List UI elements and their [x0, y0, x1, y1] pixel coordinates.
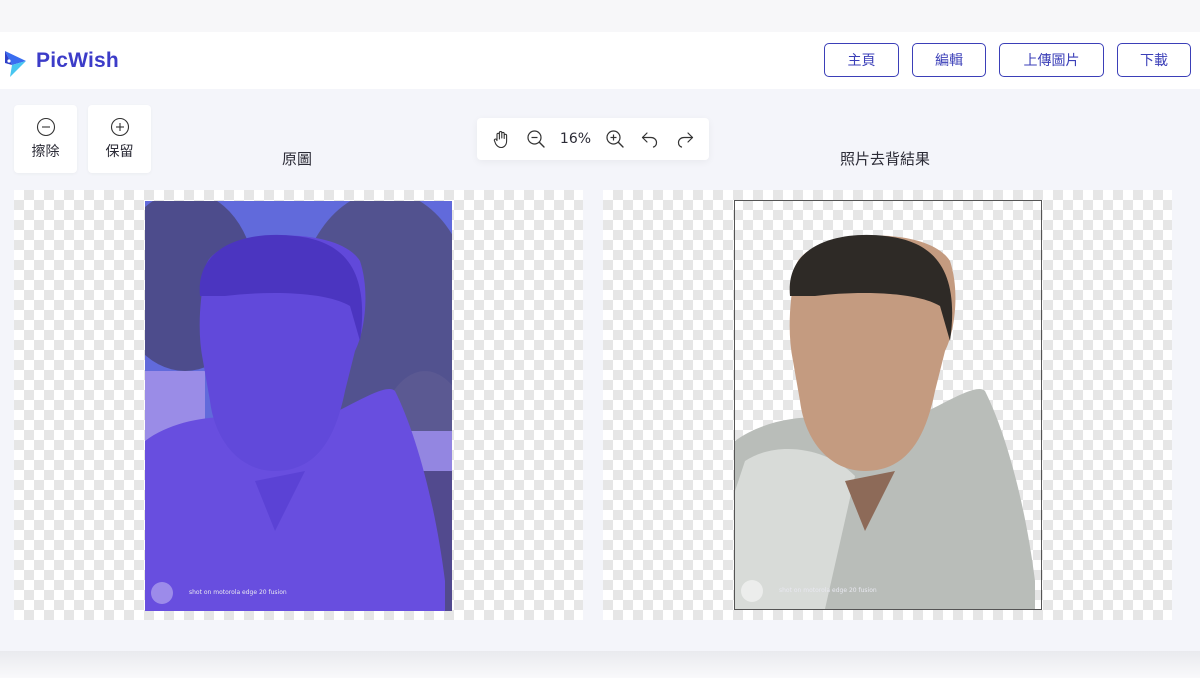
original-canvas[interactable]: shot on motorola edge 20 fusion: [14, 190, 583, 620]
editor-workspace: 擦除 保留 16% 原圖 照片去背結果 shot on motorola edg…: [0, 89, 1200, 651]
redo-icon[interactable]: [674, 128, 696, 150]
keep-tool-button[interactable]: 保留: [88, 105, 151, 173]
keep-label: 保留: [105, 144, 134, 160]
zoom-toolbar: 16%: [477, 118, 709, 160]
erase-tool-button[interactable]: 擦除: [14, 105, 77, 173]
navbar: PicWish 主頁 編輯 上傳圖片 下載: [0, 32, 1200, 89]
result-photo: shot on motorola edge 20 fusion: [734, 200, 1042, 610]
edit-button[interactable]: 編輯: [912, 43, 986, 77]
brand-logo[interactable]: PicWish: [2, 43, 119, 79]
zoom-in-icon[interactable]: [604, 128, 626, 150]
bottom-shade: [0, 651, 1200, 678]
picwish-logo-icon: [5, 50, 26, 77]
result-canvas[interactable]: shot on motorola edge 20 fusion: [603, 190, 1172, 620]
result-panel-title: 照片去背結果: [840, 150, 931, 168]
minus-circle-icon: [36, 117, 55, 137]
top-strip: [0, 0, 1200, 32]
brand-name: PicWish: [36, 48, 119, 72]
nav-buttons: 主頁 編輯 上傳圖片 下載: [824, 43, 1191, 77]
download-button[interactable]: 下載: [1117, 43, 1191, 77]
original-panel-title: 原圖: [282, 150, 313, 168]
original-photo: shot on motorola edge 20 fusion: [145, 201, 452, 611]
erase-label: 擦除: [31, 144, 60, 160]
result-watermark: shot on motorola edge 20 fusion: [779, 587, 877, 594]
upload-image-button[interactable]: 上傳圖片: [999, 43, 1104, 77]
zoom-out-icon[interactable]: [525, 128, 547, 150]
plus-circle-icon: [110, 117, 129, 137]
original-watermark: shot on motorola edge 20 fusion: [189, 589, 287, 596]
zoom-level: 16%: [559, 131, 592, 147]
home-button[interactable]: 主頁: [824, 43, 899, 77]
hand-icon[interactable]: [490, 128, 512, 150]
undo-icon[interactable]: [639, 128, 661, 150]
